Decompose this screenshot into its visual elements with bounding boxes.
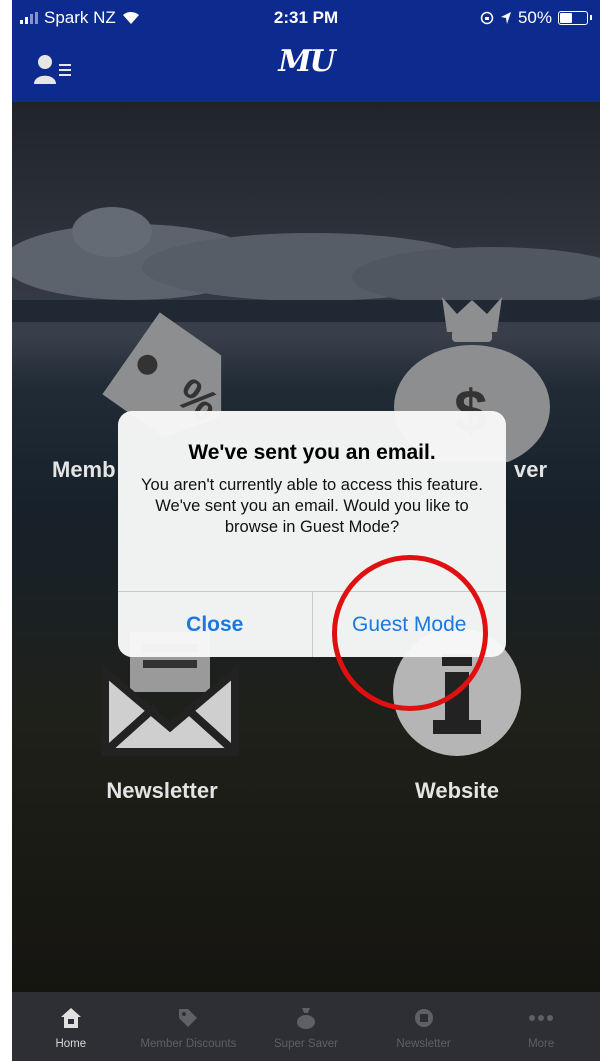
newsletter-icon [414, 1009, 433, 1027]
tab-more-label: More [528, 1038, 555, 1050]
home-icon [60, 1008, 81, 1028]
tab-newsletter[interactable]: Newsletter [365, 992, 483, 1061]
highlight-circle [332, 555, 488, 711]
tab-home[interactable]: Home [12, 992, 130, 1061]
alert-overlay: We've sent you an email. You aren't curr… [12, 0, 600, 1061]
alert-message: You aren't currently able to access this… [141, 476, 483, 536]
tab-member-discounts-label: Member Discounts [140, 1038, 237, 1050]
tab-home-label: Home [55, 1038, 87, 1050]
tag-icon [179, 1009, 198, 1027]
more-icon [529, 1015, 554, 1021]
tab-member-discounts[interactable]: Member Discounts [130, 992, 248, 1061]
tab-super-saver-label: Super Saver [274, 1038, 338, 1050]
money-bag-icon [296, 1008, 315, 1029]
close-button[interactable]: Close [118, 592, 313, 657]
tab-super-saver[interactable]: Super Saver [247, 992, 365, 1061]
tab-more[interactable]: More [482, 992, 600, 1061]
phone-screen: Spark NZ 2:31 PM 50% MU % Memb ver Newsl… [12, 0, 600, 1061]
alert-title: We've sent you an email. [188, 441, 436, 464]
tab-bar: Home Member Discounts Super Saver Newsle… [12, 992, 600, 1061]
tab-newsletter-label: Newsletter [396, 1038, 451, 1050]
